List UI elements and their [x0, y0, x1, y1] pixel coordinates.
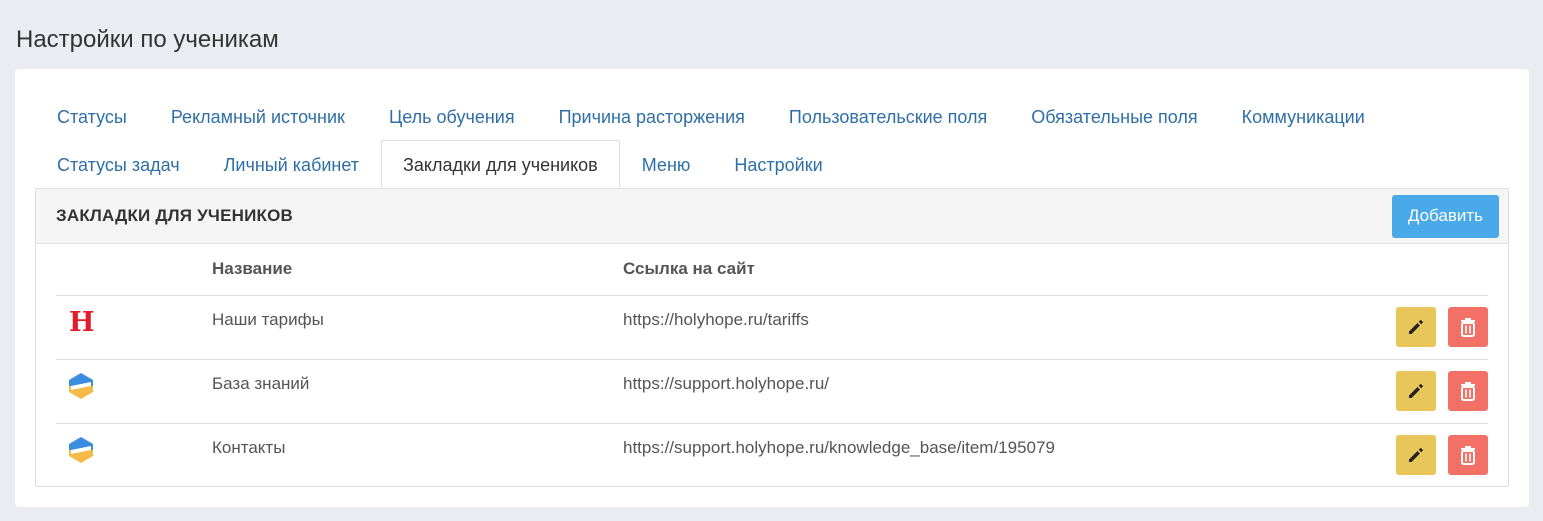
- tab-menu[interactable]: Меню: [620, 140, 713, 188]
- tab-row-1: Статусы Рекламный источник Цель обучения…: [35, 92, 1505, 140]
- tab-settings[interactable]: Настройки: [712, 140, 844, 188]
- bookmark-url: https://support.holyhope.ru/knowledge_ba…: [623, 437, 1055, 457]
- bookmark-url: https://support.holyhope.ru/: [623, 359, 1328, 424]
- tab-statuses[interactable]: Статусы: [35, 92, 149, 140]
- table-row: Контакты https://support.holyhope.ru/kno…: [56, 423, 1488, 487]
- trash-icon: [1461, 445, 1475, 465]
- holyhope-h-logo-icon: H: [69, 306, 95, 338]
- table-header-row: Название Ссылка на сайт: [56, 244, 1488, 296]
- row-icon-cell: [56, 359, 212, 424]
- pencil-icon: [1409, 383, 1424, 398]
- row-icon-cell: [56, 423, 212, 487]
- tab-task-statuses[interactable]: Статусы задач: [35, 140, 202, 188]
- panel-header: ЗАКЛАДКИ ДЛЯ УЧЕНИКОВ Добавить: [36, 189, 1508, 244]
- panel-title: ЗАКЛАДКИ ДЛЯ УЧЕНИКОВ: [56, 206, 293, 225]
- column-header-actions: [1327, 244, 1488, 296]
- edit-button[interactable]: [1396, 434, 1437, 475]
- knowledge-base-hex-logo-icon: [69, 436, 93, 463]
- tab-termination-reason[interactable]: Причина расторжения: [537, 92, 767, 140]
- delete-button[interactable]: [1448, 306, 1488, 347]
- trash-icon: [1461, 381, 1475, 401]
- bookmark-url: https://holyhope.ru/tariffs: [623, 295, 1328, 360]
- tab-bar: Статусы Рекламный источник Цель обучения…: [35, 92, 1505, 188]
- pencil-icon: [1409, 319, 1424, 334]
- table-row: База знаний https://support.holyhope.ru/: [56, 359, 1488, 424]
- knowledge-base-hex-logo-icon: [69, 372, 93, 399]
- bookmarks-table: Название Ссылка на сайт H Наши тарифы ht…: [56, 244, 1488, 487]
- row-actions: [1327, 423, 1488, 487]
- tab-student-bookmarks[interactable]: Закладки для учеников: [381, 140, 620, 188]
- edit-button[interactable]: [1396, 370, 1437, 411]
- tab-ad-source[interactable]: Рекламный источник: [149, 92, 367, 140]
- delete-button[interactable]: [1448, 370, 1488, 411]
- tab-custom-fields[interactable]: Пользовательские поля: [767, 92, 1009, 140]
- table-row: H Наши тарифы https://holyhope.ru/tariff…: [56, 295, 1488, 360]
- row-icon-cell: H: [56, 295, 212, 360]
- edit-button[interactable]: [1396, 306, 1437, 347]
- page-title: Настройки по ученикам: [16, 26, 279, 53]
- tab-communications[interactable]: Коммуникации: [1220, 92, 1387, 140]
- delete-button[interactable]: [1448, 434, 1488, 475]
- settings-card: Статусы Рекламный источник Цель обучения…: [15, 69, 1529, 507]
- column-header-url: Ссылка на сайт: [623, 244, 1328, 296]
- pencil-icon: [1409, 447, 1424, 462]
- bookmark-name: Наши тарифы: [212, 295, 623, 360]
- row-actions: [1327, 295, 1488, 360]
- tab-learning-goal[interactable]: Цель обучения: [367, 92, 537, 140]
- add-button[interactable]: Добавить: [1391, 194, 1499, 238]
- column-header-icon: [56, 244, 212, 296]
- trash-icon: [1461, 317, 1475, 337]
- bookmark-name: База знаний: [212, 359, 623, 424]
- bookmark-name: Контакты: [212, 437, 286, 457]
- tab-required-fields[interactable]: Обязательные поля: [1009, 92, 1219, 140]
- tab-row-2: Статусы задач Личный кабинет Закладки дл…: [35, 140, 1505, 188]
- column-header-name: Название: [212, 244, 623, 296]
- tab-personal-account[interactable]: Личный кабинет: [202, 140, 381, 188]
- row-actions: [1327, 359, 1488, 424]
- bookmarks-panel: ЗАКЛАДКИ ДЛЯ УЧЕНИКОВ Добавить Название …: [35, 188, 1509, 487]
